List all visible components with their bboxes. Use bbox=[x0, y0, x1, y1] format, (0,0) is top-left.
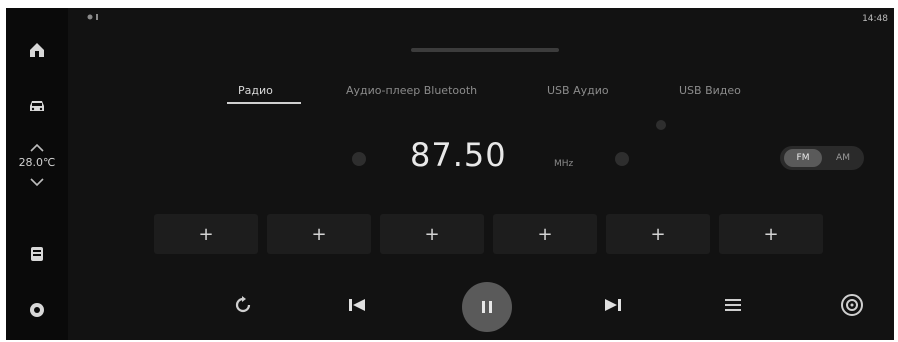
temperature-up-button[interactable] bbox=[10, 138, 64, 154]
preset-slot-4[interactable]: + bbox=[493, 214, 597, 254]
band-toggle[interactable]: FM AM bbox=[780, 146, 864, 170]
radio-scan-icon bbox=[841, 294, 863, 316]
tab-radio[interactable]: Радио bbox=[238, 84, 273, 97]
preset-slot-1[interactable]: + bbox=[154, 214, 258, 254]
pause-button[interactable] bbox=[462, 282, 512, 332]
next-icon bbox=[605, 299, 621, 311]
tab-bluetooth-audio[interactable]: Аудио-плеер Bluetooth bbox=[346, 84, 477, 97]
signal-icon bbox=[87, 14, 98, 20]
chevron-down-icon bbox=[30, 178, 44, 187]
refresh-icon bbox=[235, 296, 251, 313]
favorite-toggle[interactable] bbox=[656, 120, 666, 130]
tab-usb-video[interactable]: USB Видео bbox=[679, 84, 741, 97]
refresh-button[interactable] bbox=[228, 290, 258, 320]
climate-temperature-control: 28.0℃ bbox=[10, 138, 64, 208]
active-tab-indicator bbox=[227, 102, 301, 104]
status-icons bbox=[86, 12, 108, 25]
tab-usb-audio[interactable]: USB Аудио bbox=[547, 84, 609, 97]
frequency-unit: MHz bbox=[554, 159, 574, 169]
home-icon bbox=[30, 43, 44, 57]
band-fm-option[interactable]: FM bbox=[784, 149, 822, 167]
previous-icon bbox=[349, 299, 365, 311]
temperature-down-button[interactable] bbox=[10, 172, 64, 188]
sidebar-item-home[interactable] bbox=[23, 36, 51, 64]
next-button[interactable] bbox=[598, 290, 628, 320]
list-icon bbox=[725, 299, 741, 311]
sidebar: 28.0℃ bbox=[6, 8, 68, 340]
seek-down-button[interactable] bbox=[352, 152, 366, 166]
screen: 14:48 28.0℃ Радио Аудио-плеер Bluetooth … bbox=[0, 0, 898, 342]
status-time: 14:48 bbox=[862, 14, 888, 24]
station-list-button[interactable] bbox=[718, 290, 748, 320]
preset-slot-3[interactable]: + bbox=[380, 214, 484, 254]
preset-slot-6[interactable]: + bbox=[719, 214, 823, 254]
previous-button[interactable] bbox=[342, 290, 372, 320]
radio-scan-button[interactable] bbox=[835, 288, 869, 322]
preset-slot-5[interactable]: + bbox=[606, 214, 710, 254]
band-am-option[interactable]: AM bbox=[826, 149, 860, 167]
settings-icon bbox=[30, 303, 44, 317]
preset-slot-2[interactable]: + bbox=[267, 214, 371, 254]
chevron-up-icon bbox=[30, 143, 44, 152]
sidebar-item-apps[interactable] bbox=[23, 240, 51, 268]
car-icon bbox=[30, 101, 44, 111]
head-unit-display: 14:48 28.0℃ Радио Аудио-плеер Bluetooth … bbox=[6, 8, 894, 340]
sidebar-item-settings[interactable] bbox=[23, 296, 51, 324]
pause-icon bbox=[482, 301, 492, 313]
temperature-value: 28.0℃ bbox=[18, 156, 56, 169]
frequency-display: 87.50 bbox=[410, 136, 507, 174]
apps-icon bbox=[31, 247, 43, 261]
sidebar-item-car[interactable] bbox=[23, 92, 51, 120]
panel-drag-handle[interactable] bbox=[411, 48, 559, 52]
seek-up-button[interactable] bbox=[615, 152, 629, 166]
